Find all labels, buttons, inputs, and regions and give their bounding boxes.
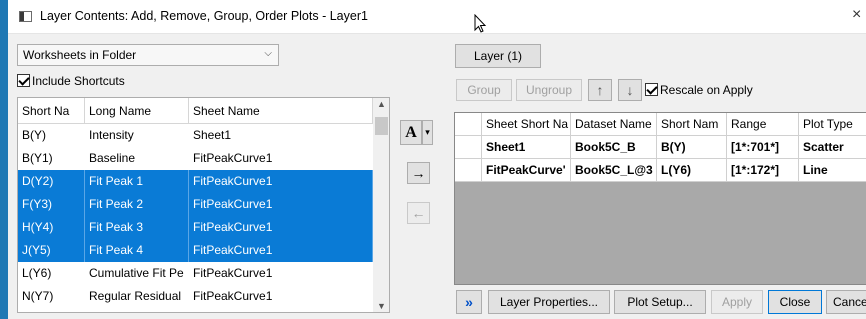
table-row[interactable]: L(Y6) Cumulative Fit Pe FitPeakCurve1 — [18, 262, 373, 285]
cell-type[interactable]: Line — [799, 159, 866, 182]
cell-type[interactable]: Scatter — [799, 136, 866, 159]
scroll-down-icon[interactable]: ▼ — [377, 301, 386, 311]
cell-short: F(Y3) — [18, 193, 85, 216]
cell-sheet: Sheet1 — [193, 128, 232, 142]
apply-button[interactable]: Apply — [711, 290, 763, 314]
title-bar: Layer Contents: Add, Remove, Group, Orde… — [8, 0, 866, 34]
cell-long: Fit Peak 4 — [85, 239, 189, 262]
cell-short: L(Y6) — [22, 266, 52, 280]
add-plot-button[interactable]: → — [407, 162, 430, 184]
cell-short: B(Y) — [22, 128, 46, 142]
layer-contents-dialog: Layer Contents: Add, Remove, Group, Orde… — [8, 0, 866, 319]
scroll-thumb[interactable] — [375, 117, 388, 135]
cell-dataset[interactable]: Book5C_L@3 — [571, 159, 657, 182]
expand-button[interactable]: » — [456, 290, 482, 314]
cell-sheet: FitPeakCurve1 — [193, 289, 273, 303]
table-row[interactable]: B(Y1) Baseline FitPeakCurve1 — [18, 147, 373, 170]
group-button[interactable]: Group — [456, 79, 512, 101]
cell-long: Baseline — [89, 151, 136, 165]
cell-range[interactable]: [1*:701*] — [727, 136, 799, 159]
scroll-up-icon[interactable]: ▲ — [377, 99, 386, 109]
include-shortcuts-label: Include Shortcuts — [32, 74, 125, 88]
table-row[interactable]: F(Y3) Fit Peak 2 FitPeakCurve1 — [18, 193, 373, 216]
col-short-name[interactable]: Short Nam — [657, 113, 727, 136]
cell-range[interactable]: [1*:172*] — [727, 159, 799, 182]
table-row[interactable]: H(Y4) Fit Peak 3 FitPeakCurve1 — [18, 216, 373, 239]
grid-header: Short Na Long Name Sheet Name — [18, 98, 373, 124]
cell-short: B(Y1) — [22, 151, 53, 165]
vertical-scrollbar[interactable]: ▲ ▼ — [373, 98, 389, 312]
move-up-button[interactable]: ↑ — [588, 79, 612, 101]
source-select-value: Worksheets in Folder — [23, 48, 137, 62]
col-short-name[interactable]: Short Na — [18, 98, 85, 124]
cell-short: H(Y4) — [18, 216, 85, 239]
remove-plot-button[interactable]: ← — [407, 202, 430, 224]
plot-type-dropdown[interactable]: ▾ — [422, 120, 433, 145]
close-window-icon[interactable]: × — [852, 6, 861, 24]
col-plot-type[interactable]: Plot Type — [799, 113, 866, 136]
cell-dataset[interactable]: Book5C_B — [571, 136, 657, 159]
col-sheet-name[interactable]: Sheet Name — [189, 98, 373, 124]
include-shortcuts-checkbox[interactable] — [17, 74, 30, 87]
cell-sheet: FitPeakCurve1 — [189, 216, 373, 239]
corner-cell — [455, 113, 482, 136]
col-range[interactable]: Range — [727, 113, 799, 136]
table-row[interactable]: N(Y7) Regular Residual FitPeakCurve1 — [18, 285, 373, 308]
cell-sheet: FitPeakCurve1 — [189, 170, 373, 193]
row-header[interactable] — [455, 136, 482, 159]
rescale-on-apply-label: Rescale on Apply — [660, 83, 753, 97]
plot-type-button[interactable]: A — [400, 120, 422, 145]
cell-sheet: FitPeakCurve1 — [193, 151, 273, 165]
table-row[interactable]: B(Y) Intensity Sheet1 — [18, 124, 373, 147]
table-row[interactable]: J(Y5) Fit Peak 4 FitPeakCurve1 — [18, 239, 373, 262]
tab-layer[interactable]: Layer (1) — [455, 44, 541, 68]
cell-long: Fit Peak 1 — [85, 170, 189, 193]
mouse-pointer-icon — [474, 14, 487, 33]
cell-sheet: FitPeakCurve1 — [189, 239, 373, 262]
cell-sheet: FitPeakCurve1 — [189, 193, 373, 216]
cell-short[interactable]: L(Y6) — [657, 159, 727, 182]
cell-long: Regular Residual — [89, 289, 182, 303]
rescale-on-apply-checkbox[interactable] — [645, 83, 658, 96]
move-down-button[interactable]: ↓ — [618, 79, 642, 101]
available-datasets-grid: Short Na Long Name Sheet Name B(Y) Intens… — [17, 97, 390, 313]
cell-long: Fit Peak 2 — [85, 193, 189, 216]
cell-short: N(Y7) — [22, 289, 54, 303]
col-dataset-name[interactable]: Dataset Name — [571, 113, 657, 136]
close-button[interactable]: Close — [768, 290, 822, 314]
chevron-down-icon: ⌵ — [264, 48, 272, 59]
window-title: Layer Contents: Add, Remove, Group, Orde… — [40, 9, 368, 23]
cell-short: J(Y5) — [18, 239, 85, 262]
cell-long: Intensity — [89, 128, 134, 142]
table-row[interactable]: D(Y2) Fit Peak 1 FitPeakCurve1 — [18, 170, 373, 193]
layer-properties-button[interactable]: Layer Properties... — [488, 290, 610, 314]
row-header[interactable] — [455, 159, 482, 182]
cell-sheet: FitPeakCurve1 — [193, 266, 273, 280]
cell-long: Fit Peak 3 — [85, 216, 189, 239]
source-select[interactable]: Worksheets in Folder ⌵ — [17, 44, 279, 66]
cell-sheet[interactable]: FitPeakCurve' — [482, 159, 571, 182]
cell-long: Cumulative Fit Pe — [89, 266, 184, 280]
layer-plots-grid: Sheet Short Na Dataset Name Short Nam Ra… — [454, 112, 866, 285]
cell-short[interactable]: B(Y) — [657, 136, 727, 159]
window-icon — [19, 11, 32, 22]
cancel-button[interactable]: Cance — [826, 290, 866, 314]
cell-sheet[interactable]: Sheet1 — [482, 136, 571, 159]
ungroup-button[interactable]: Ungroup — [516, 79, 582, 101]
cell-short: D(Y2) — [18, 170, 85, 193]
plot-setup-button[interactable]: Plot Setup... — [614, 290, 706, 314]
col-long-name[interactable]: Long Name — [85, 98, 189, 124]
col-sheet-short-name[interactable]: Sheet Short Na — [482, 113, 571, 136]
